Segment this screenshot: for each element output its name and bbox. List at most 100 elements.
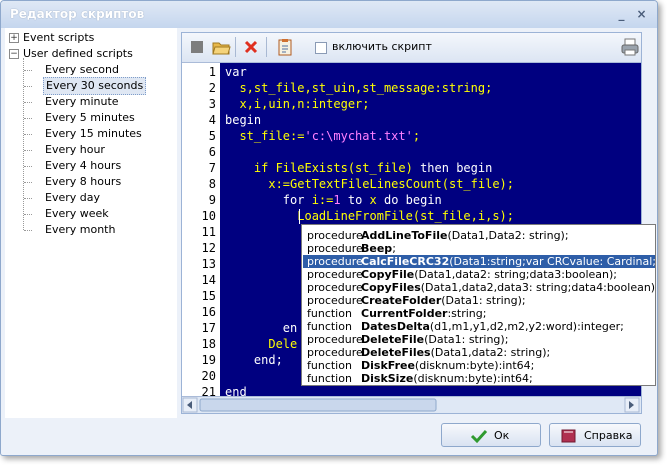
tree-connector bbox=[24, 214, 32, 215]
tree-script-item[interactable]: Every second bbox=[43, 62, 121, 78]
line-number-gutter: 1 2 3 4 5 6 7 8 9 10 11 12 13 14 15 16 17 18 19 20 21 bbox=[182, 63, 220, 399]
autocomplete-item[interactable]: procedure CalcFileCRC32(Data1:string;var … bbox=[303, 255, 656, 268]
line-number: 7 bbox=[208, 161, 216, 175]
code-token: 1 bbox=[333, 193, 341, 207]
code-token: do begin bbox=[383, 193, 442, 207]
tree-script-item[interactable]: Every 30 seconds bbox=[43, 77, 147, 95]
autocomplete-kind: procedure bbox=[307, 346, 363, 359]
line-number: 17 bbox=[201, 321, 216, 335]
code-line: if FileExists(st_file) then begin bbox=[225, 161, 492, 175]
tree-script-item[interactable]: Every 15 minutes bbox=[43, 126, 144, 142]
autocomplete-params: (Data1,Data2: string); bbox=[447, 229, 569, 242]
tree-script-item[interactable]: Every 8 hours bbox=[43, 174, 123, 190]
autocomplete-popup[interactable]: procedure AddLineToFile(Data1,Data2: stri… bbox=[301, 224, 656, 386]
code-token: ; bbox=[412, 129, 421, 143]
autocomplete-identifier: DiskFree bbox=[361, 359, 415, 372]
autocomplete-name: AddLineToFile(Data1,Data2: string); bbox=[361, 229, 569, 242]
autocomplete-identifier: CopyFiles bbox=[361, 281, 421, 294]
autocomplete-params: (Data1: string); bbox=[424, 333, 509, 346]
line-number: 18 bbox=[201, 337, 216, 351]
autocomplete-name: DatesDelta(d1,m1,y1,d2,m2,y2:word):integ… bbox=[361, 320, 624, 333]
tree-expander[interactable]: − bbox=[9, 49, 19, 59]
tree-connector bbox=[24, 166, 32, 167]
tree-connector bbox=[24, 182, 32, 183]
autocomplete-kind: procedure bbox=[307, 333, 363, 346]
code-token: 'c:\mychat.txt' bbox=[304, 129, 413, 143]
autocomplete-item[interactable]: procedure Beep; bbox=[303, 242, 655, 255]
tree-script-item[interactable]: Every month bbox=[43, 222, 117, 238]
autocomplete-item[interactable]: procedure CopyFile(Data1,data2: string;da… bbox=[303, 268, 655, 281]
autocomplete-params: (d1,m1,y1,d2,m2,y2:word):integer; bbox=[429, 320, 624, 333]
autocomplete-item[interactable]: procedure DeleteFiles(Data1,data2: string… bbox=[303, 346, 655, 359]
autocomplete-kind: procedure bbox=[307, 255, 363, 268]
delete-button[interactable] bbox=[240, 36, 262, 58]
toolbar-separator bbox=[266, 37, 267, 57]
line-number: 19 bbox=[201, 353, 216, 367]
open-button[interactable] bbox=[210, 36, 232, 58]
tree-script-item[interactable]: Every hour bbox=[43, 142, 107, 158]
code-token: en bbox=[225, 321, 298, 335]
code-line: for i:=1 to x do begin bbox=[225, 193, 442, 207]
autocomplete-kind: procedure bbox=[307, 294, 363, 307]
autocomplete-identifier: CreateFolder bbox=[361, 294, 442, 307]
autocomplete-name: CopyFiles(Data1,data2,data3: string;data… bbox=[361, 281, 655, 294]
autocomplete-name: CreateFolder(Data1: string); bbox=[361, 294, 526, 307]
autocomplete-name: DeleteFile(Data1: string); bbox=[361, 333, 508, 346]
autocomplete-item[interactable]: procedure AddLineToFile(Data1,Data2: stri… bbox=[303, 229, 655, 242]
toolbar-separator bbox=[235, 37, 236, 57]
script-tree[interactable]: + Event scripts − User defined scripts Every… bbox=[5, 28, 177, 418]
enable-script-checkbox[interactable] bbox=[315, 42, 327, 54]
printer-icon bbox=[621, 38, 639, 56]
code-token: s,st_file,st_uin,st_message:string; bbox=[239, 81, 493, 95]
help-button[interactable]: Справка bbox=[549, 423, 641, 447]
title-bar[interactable]: Редактор скриптов _ × bbox=[1, 1, 657, 28]
autocomplete-item[interactable]: function DiskSize(disknum:byte):int64; bbox=[303, 372, 655, 385]
autocomplete-identifier: CopyFile bbox=[361, 268, 415, 281]
tree-connector bbox=[24, 230, 32, 231]
autocomplete-identifier: AddLineToFile bbox=[361, 229, 448, 242]
autocomplete-item[interactable]: function DatesDelta(d1,m1,y1,d2,m2,y2:wor… bbox=[303, 320, 655, 333]
enable-script-label: включить скрипт bbox=[332, 40, 432, 53]
tree-script-item[interactable]: Every 5 minutes bbox=[43, 110, 137, 126]
minimize-button[interactable]: _ bbox=[615, 8, 628, 21]
close-button[interactable]: × bbox=[635, 8, 648, 21]
code-line: end; bbox=[225, 353, 283, 367]
autocomplete-kind: procedure bbox=[307, 281, 363, 294]
code-token: then begin bbox=[420, 161, 493, 175]
clipboard-icon bbox=[278, 39, 292, 56]
tree-root-item[interactable]: Event scripts bbox=[23, 30, 94, 46]
line-number: 13 bbox=[201, 257, 216, 271]
tree-script-item[interactable]: Every day bbox=[43, 190, 102, 206]
autocomplete-item[interactable]: procedure DeleteFile(Data1: string); bbox=[303, 333, 655, 346]
autocomplete-item[interactable]: procedure CopyFiles(Data1,data2,data3: st… bbox=[303, 281, 655, 294]
line-number: 14 bbox=[201, 273, 216, 287]
autocomplete-item[interactable]: function CurrentFolder:string; bbox=[303, 307, 655, 320]
autocomplete-params: (Data1,data2: string;data3:boolean); bbox=[414, 268, 617, 281]
tree-connector bbox=[23, 58, 24, 230]
code-line: s,st_file,st_uin,st_message:string; bbox=[225, 81, 492, 95]
autocomplete-params: (Data1:string;var CRCvalue: Cardinal;var… bbox=[449, 255, 656, 268]
line-number: 2 bbox=[208, 81, 216, 95]
autocomplete-params: (Data1: string); bbox=[441, 294, 526, 307]
ok-button[interactable]: Ок bbox=[441, 423, 541, 447]
tree-script-item[interactable]: Every 4 hours bbox=[43, 158, 123, 174]
tree-connector bbox=[24, 134, 32, 135]
tree-expander[interactable]: + bbox=[9, 33, 19, 43]
horizontal-scrollbar[interactable] bbox=[182, 396, 641, 413]
properties-button[interactable] bbox=[274, 36, 296, 58]
autocomplete-name: DiskSize(disknum:byte):int64; bbox=[361, 372, 533, 385]
autocomplete-item[interactable]: function DiskFree(disknum:byte):int64; bbox=[303, 359, 655, 372]
autocomplete-item[interactable]: procedure CreateFolder(Data1: string); bbox=[303, 294, 655, 307]
tree-script-item[interactable]: Every minute bbox=[43, 94, 121, 110]
stop-button[interactable] bbox=[186, 36, 208, 58]
print-button[interactable] bbox=[619, 36, 641, 58]
autocomplete-params: (disknum:byte):int64; bbox=[414, 359, 535, 372]
line-number: 10 bbox=[201, 209, 216, 223]
autocomplete-name: CopyFile(Data1,data2: string;data3:boole… bbox=[361, 268, 617, 281]
tree-root-item[interactable]: User defined scripts bbox=[23, 46, 133, 62]
line-number: 6 bbox=[208, 145, 216, 159]
tree-script-item[interactable]: Every week bbox=[43, 206, 111, 222]
autocomplete-identifier: DeleteFiles bbox=[361, 346, 431, 359]
